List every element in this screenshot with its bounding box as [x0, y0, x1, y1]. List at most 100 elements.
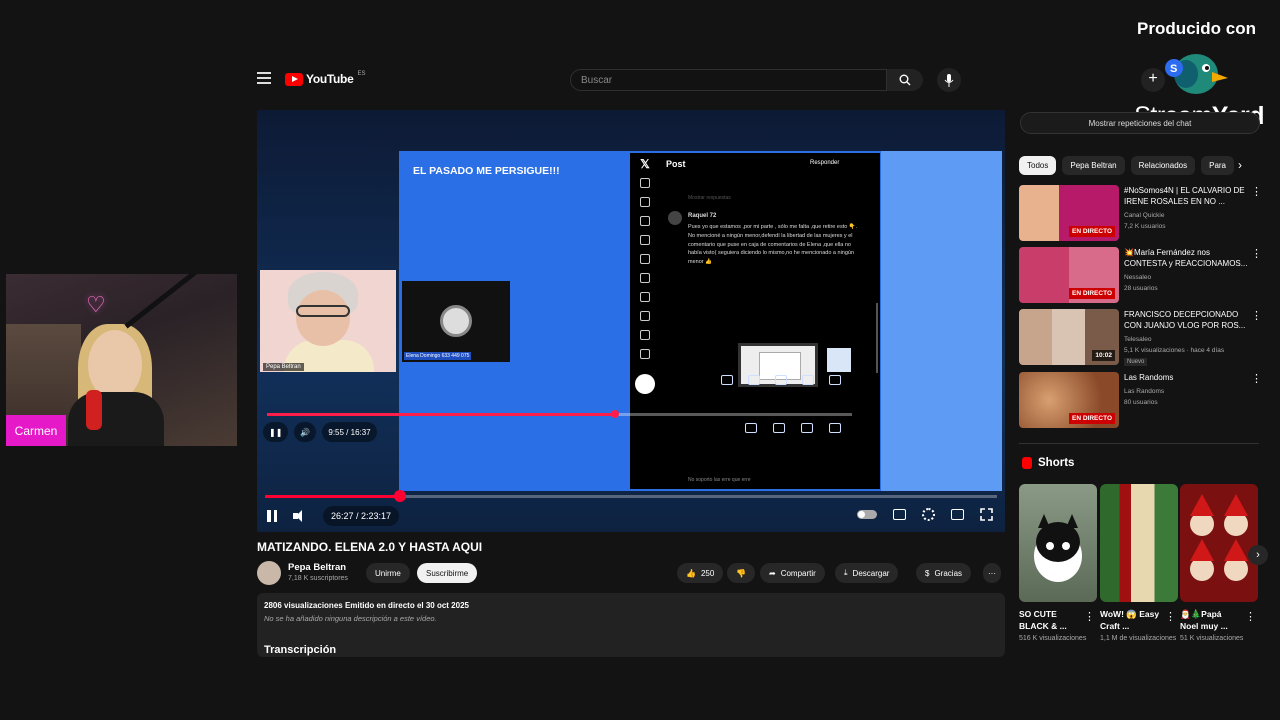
search-input[interactable]: Buscar — [570, 69, 887, 91]
explore-icon — [640, 197, 650, 207]
download-button[interactable]: ⤓ Descargar — [835, 563, 899, 583]
recommendation-channel: Las Randoms — [1124, 388, 1165, 395]
chip-para-ti[interactable]: Para — [1201, 156, 1235, 175]
autoplay-toggle[interactable] — [857, 510, 877, 519]
youtube-logo[interactable]: YouTube ES — [285, 71, 365, 86]
new-badge: Nuevo — [1124, 358, 1148, 366]
player-controls: 26:27 / 2:23:17 — [267, 506, 400, 526]
subtitles-icon[interactable] — [893, 509, 906, 520]
grok-icon — [640, 254, 650, 264]
premium-icon — [640, 292, 650, 302]
progress-fill — [265, 495, 400, 498]
camera-name-label: Carmen — [6, 415, 66, 446]
menu-icon[interactable] — [257, 72, 271, 87]
shorts-label: Shorts — [1038, 457, 1075, 469]
recommendation-thumbnail[interactable]: EN DIRECTO — [1019, 247, 1119, 303]
live-badge: EN DIRECTO — [1069, 226, 1115, 237]
subscriber-count: 7,18 K suscriptores — [288, 575, 348, 582]
short-title[interactable]: WoW! 😱 Easy Craft ... — [1100, 608, 1162, 632]
more-options-icon[interactable]: ⋮ — [1251, 247, 1262, 260]
miniplayer-icon[interactable] — [951, 509, 964, 520]
lightning-icon — [640, 311, 650, 321]
dislike-button[interactable]: 👎 — [727, 563, 755, 583]
recommendation-thumbnail[interactable]: EN DIRECTO — [1019, 372, 1119, 428]
recommendation-thumbnail[interactable]: 10:02 — [1019, 309, 1119, 365]
recommendation-item[interactable]: EN DIRECTO Las Randoms Las Randoms 80 us… — [1019, 372, 1262, 428]
settings-icon[interactable] — [922, 508, 935, 521]
recommendation-meta: 28 usuarios — [1124, 285, 1158, 292]
recommendation-item[interactable]: EN DIRECTO 💥María Fernández nos CONTESTA… — [1019, 247, 1262, 303]
section-divider — [1019, 443, 1259, 444]
shared-screen-title: EL PASADO ME PERSIGUE!!! — [413, 165, 560, 177]
more-options-icon[interactable]: ⋮ — [1165, 610, 1176, 623]
more-options-icon[interactable]: ⋮ — [1084, 610, 1095, 623]
chevron-right-icon[interactable]: › — [1238, 158, 1242, 172]
more-options-icon[interactable]: ⋮ — [1245, 610, 1256, 623]
short-item[interactable]: 🎅🎄Papá Noel muy ... 51 K visualizaciones… — [1180, 484, 1258, 644]
thanks-button[interactable]: $ Gracias — [916, 563, 972, 583]
short-item[interactable]: SO CUTE BLACK & ... 516 K visualizacione… — [1019, 484, 1097, 644]
recommendation-title[interactable]: FRANCISCO DECEPCIONADO CON JUANJO VLOG P… — [1124, 309, 1249, 331]
recommendation-title[interactable]: #NoSomos4N | EL CALVARIO DE IRENE ROSALE… — [1124, 185, 1249, 207]
inner-action-icons — [721, 375, 861, 385]
chat-replay-button[interactable]: Mostrar repeticiones del chat — [1020, 112, 1260, 134]
short-thumbnail[interactable] — [1019, 484, 1097, 602]
view-stats: 2806 visualizaciones Emitido en directo … — [264, 601, 469, 610]
thumbs-up-icon: 👍 — [686, 568, 696, 578]
create-button[interactable]: + — [1141, 68, 1165, 92]
guest-name: Elena Domingo 633 449 075 — [404, 352, 472, 360]
more-icon — [640, 349, 650, 359]
short-item[interactable]: WoW! 😱 Easy Craft ... 1,1 M de visualiza… — [1100, 484, 1178, 644]
progress-handle[interactable] — [394, 490, 406, 502]
live-badge: EN DIRECTO — [1069, 288, 1115, 299]
more-options-icon[interactable]: ⋮ — [1251, 372, 1262, 385]
x-post-footer: No soporto las erre que erre — [688, 477, 751, 483]
shorts-next-button[interactable]: › — [1248, 545, 1268, 565]
chip-pepa-beltran[interactable]: Pepa Beltran — [1062, 156, 1125, 175]
chip-relacionados[interactable]: Relacionados — [1130, 156, 1196, 175]
recommendation-channel: Canal Quickie — [1124, 212, 1165, 219]
join-button[interactable]: Unirme — [366, 563, 410, 583]
transcript-heading: Transcripción — [264, 644, 337, 656]
short-views: 516 K visualizaciones — [1019, 635, 1087, 642]
channel-name[interactable]: Pepa Beltran — [288, 562, 346, 573]
channel-avatar[interactable] — [257, 561, 281, 585]
more-options-icon[interactable]: ⋮ — [1251, 309, 1262, 322]
description-box[interactable]: 2806 visualizaciones Emitido en directo … — [257, 593, 1005, 657]
chip-todos[interactable]: Todos — [1019, 156, 1057, 175]
thanks-label: Gracias — [934, 568, 963, 578]
x-post-text: Pues yo que estamos ,por mi parte , sólo… — [688, 224, 858, 266]
guest-video: Elena Domingo 633 449 075 — [402, 281, 510, 362]
shorts-heading: Shorts — [1022, 457, 1074, 469]
short-thumbnail[interactable] — [1180, 484, 1258, 602]
recommendation-channel: Telesaleo — [1124, 336, 1152, 343]
search-button[interactable] — [887, 69, 923, 91]
more-actions-button[interactable]: ··· — [983, 563, 1001, 583]
subscribe-button[interactable]: Suscribirme — [417, 563, 478, 583]
youtube-play-icon — [285, 72, 303, 86]
recommendation-title[interactable]: Las Randoms — [1124, 372, 1249, 383]
short-title[interactable]: 🎅🎄Papá Noel muy ... — [1180, 608, 1242, 632]
share-icon: ➦ — [769, 568, 776, 578]
microphone-icon — [944, 73, 954, 87]
video-player[interactable]: EL PASADO ME PERSIGUE!!! 𝕏 Post Responde… — [257, 110, 1005, 532]
voice-search-button[interactable] — [937, 68, 961, 92]
fullscreen-icon[interactable] — [980, 508, 993, 521]
inner-settings-icon — [773, 423, 785, 433]
like-button[interactable]: 👍 250 — [677, 563, 724, 583]
short-thumbnail[interactable] — [1100, 484, 1178, 602]
short-title[interactable]: SO CUTE BLACK & ... — [1019, 608, 1081, 632]
short-views: 51 K visualizaciones — [1180, 635, 1244, 642]
recommendation-title[interactable]: 💥María Fernández nos CONTESTA y REACCION… — [1124, 247, 1249, 269]
inner-right-controls — [745, 423, 841, 433]
more-options-icon[interactable]: ⋮ — [1251, 185, 1262, 198]
recommendation-item[interactable]: 10:02 FRANCISCO DECEPCIONADO CON JUANJO … — [1019, 309, 1262, 366]
inner-time: 9:55 / 16:37 — [322, 422, 377, 442]
share-button[interactable]: ➦ Compartir — [760, 563, 825, 583]
description-text: No se ha añadido ninguna descripción a e… — [264, 614, 437, 623]
recommendation-item[interactable]: EN DIRECTO #NoSomos4N | EL CALVARIO DE I… — [1019, 185, 1262, 241]
volume-icon[interactable] — [293, 509, 309, 523]
recommendation-thumbnail[interactable]: EN DIRECTO — [1019, 185, 1119, 241]
profile-icon — [640, 330, 650, 340]
pause-button[interactable] — [267, 510, 279, 522]
